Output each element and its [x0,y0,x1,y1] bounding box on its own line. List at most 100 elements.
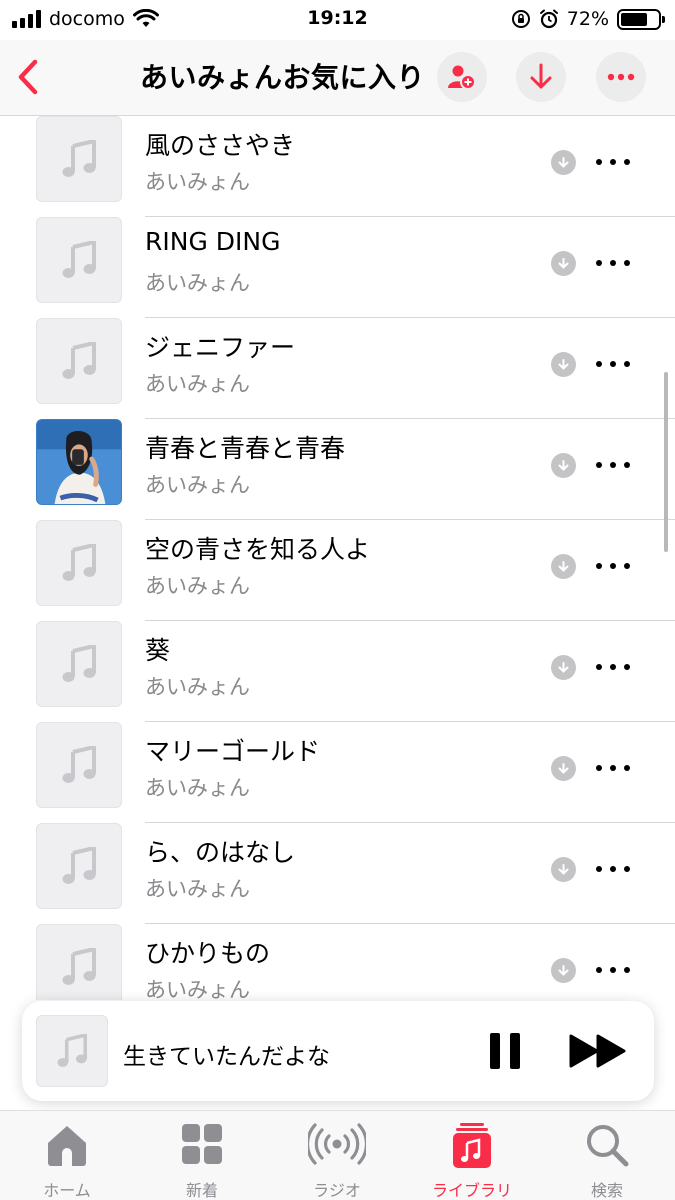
back-button[interactable] [12,56,46,98]
home-icon [48,1126,86,1166]
download-icon[interactable] [551,352,576,377]
song-title: ひかりもの [145,939,271,968]
tab-new[interactable]: 新着 [142,1119,262,1200]
download-icon[interactable] [551,251,576,276]
song-more-icon[interactable] [596,455,630,475]
rotation-lock-icon [511,10,530,28]
alarm-icon [539,9,558,29]
music-note-icon [62,140,96,177]
song-title: 空の青さを知る人よ [145,535,371,564]
music-note-icon [62,746,96,783]
tab-label: 検索 [590,1181,623,1200]
download-icon[interactable] [551,453,576,478]
tab-bar: ホーム 新着 ラジオ ライブラリ 検索 [0,1110,675,1200]
song-title: ジェニファー [145,333,296,362]
song-artist: あいみょん [145,776,250,800]
song-title: ら、のはなし [145,838,296,867]
download-icon[interactable] [551,150,576,175]
song-more-icon[interactable] [596,253,630,273]
song-artist: あいみょん [145,675,250,699]
song-title: 風のささやき [145,131,296,160]
song-row[interactable]: RING DING あいみょん [0,217,675,318]
download-arrow-icon [530,63,552,89]
music-note-icon [62,948,96,985]
song-title: 青春と青春と青春 [145,434,346,463]
song-artist: あいみょん [145,978,250,1000]
ellipsis-icon [607,73,635,81]
navigation-bar: あいみょんお気に入り [0,40,675,116]
fast-forward-icon [569,1034,626,1068]
song-more-icon[interactable] [596,758,630,778]
download-button[interactable] [516,52,566,102]
tab-library[interactable]: ライブラリ [412,1119,532,1200]
download-icon[interactable] [551,655,576,680]
radio-icon [308,1123,366,1165]
music-note-icon [57,1034,87,1067]
pause-button[interactable] [487,1031,523,1071]
song-artist: あいみょん [145,574,250,598]
song-row[interactable]: 葵 あいみょん [0,621,675,722]
now-playing-title: 生きていたんだよな [123,1044,330,1070]
scrollbar[interactable] [664,372,668,552]
battery-icon [617,8,665,30]
add-collaborator-button[interactable] [437,52,487,102]
song-row[interactable]: ジェニファー あいみょん [0,318,675,419]
song-row[interactable]: ひかりもの あいみょん [0,924,675,1000]
song-artist: あいみょん [145,170,250,194]
song-row[interactable]: 青春と青春と青春 あいみょん [0,419,675,520]
tab-label: 新着 [185,1181,218,1200]
status-bar: docomo 19:12 72% [0,0,675,40]
music-note-icon [62,847,96,884]
download-icon[interactable] [551,756,576,781]
song-title: RING DING [145,227,281,256]
artwork-placeholder [36,217,122,303]
song-row[interactable]: マリーゴールド あいみょん [0,722,675,823]
artwork-placeholder [36,722,122,808]
song-artist: あいみょん [145,473,250,497]
song-list[interactable]: 風のささやき あいみょん RING DING あいみょん ジェニファー あいみょ… [0,116,675,1000]
artwork-placeholder [36,116,122,202]
song-artist: あいみょん [145,877,250,901]
battery-percent: 72% [566,8,609,30]
artwork-placeholder [36,823,122,909]
download-icon[interactable] [551,857,576,882]
song-more-icon[interactable] [596,960,630,980]
pause-icon [490,1033,520,1069]
song-more-icon[interactable] [596,859,630,879]
tab-radio[interactable]: ラジオ [277,1119,397,1200]
search-icon [587,1125,629,1167]
artwork-placeholder [36,520,122,606]
song-more-icon[interactable] [596,556,630,576]
album-artwork [36,419,122,505]
song-row[interactable]: 風のささやき あいみょん [0,116,675,217]
song-more-icon[interactable] [596,657,630,677]
song-row[interactable]: ら、のはなし あいみょん [0,823,675,924]
music-note-icon [62,241,96,278]
page-title: あいみょんお気に入り [140,61,426,94]
song-title: マリーゴールド [145,737,321,766]
tab-search[interactable]: 検索 [547,1119,667,1200]
song-artist: あいみょん [145,372,250,396]
music-note-icon [62,645,96,682]
song-title: 葵 [145,636,171,665]
grid-icon [182,1124,222,1164]
song-artist: あいみょん [145,271,250,295]
song-row[interactable]: 空の青さを知る人よ あいみょん [0,520,675,621]
mini-player[interactable]: 生きていたんだよな [22,1001,654,1101]
tab-label: ラジオ [313,1181,361,1200]
download-icon[interactable] [551,554,576,579]
now-playing-artwork [36,1015,108,1087]
tab-label: ホーム [43,1181,91,1200]
tab-home[interactable]: ホーム [7,1119,127,1200]
artwork-placeholder [36,318,122,404]
music-note-icon [62,544,96,581]
library-icon [453,1123,491,1168]
song-more-icon[interactable] [596,354,630,374]
artwork-placeholder [36,621,122,707]
artwork-placeholder [36,924,122,1000]
more-options-button[interactable] [596,52,646,102]
next-track-button[interactable] [569,1033,627,1069]
chevron-left-icon [18,59,38,95]
download-icon[interactable] [551,958,576,983]
song-more-icon[interactable] [596,152,630,172]
